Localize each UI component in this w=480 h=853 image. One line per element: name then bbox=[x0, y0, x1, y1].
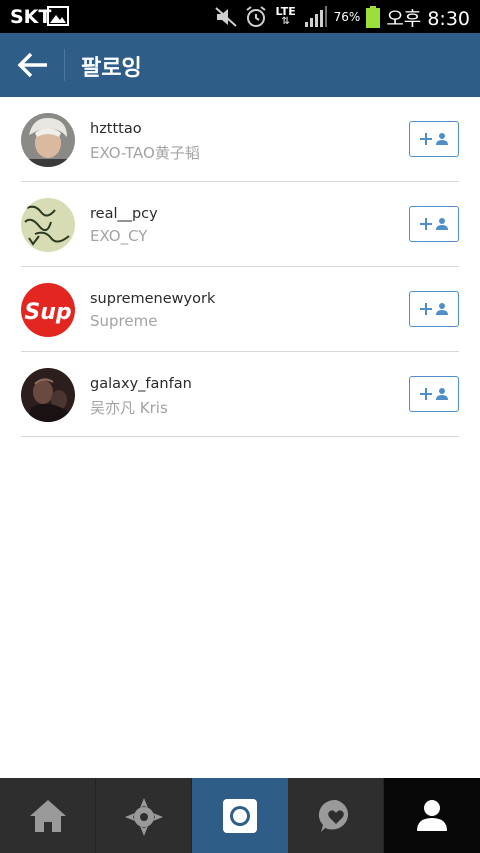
avatar[interactable] bbox=[21, 368, 75, 422]
list-item[interactable]: hztttao EXO-TAO黄子韬 bbox=[21, 97, 459, 182]
mute-icon bbox=[214, 7, 237, 27]
battery-icon bbox=[366, 6, 381, 28]
profile-icon bbox=[417, 800, 447, 831]
home-icon bbox=[30, 800, 66, 832]
avatar[interactable] bbox=[21, 113, 75, 167]
svg-text:Sup: Sup bbox=[24, 300, 71, 325]
username[interactable]: real__pcy bbox=[90, 206, 158, 222]
page-title: 팔로잉 bbox=[81, 56, 142, 81]
portrait-photo bbox=[21, 113, 75, 167]
back-arrow-icon bbox=[17, 52, 47, 78]
username[interactable]: galaxy_fanfan bbox=[90, 376, 192, 392]
full-name: 吴亦凡 Kris bbox=[90, 399, 168, 417]
nav-explore[interactable] bbox=[96, 778, 192, 853]
carrier-label: SKT bbox=[10, 6, 52, 28]
supreme-logo: Sup bbox=[21, 283, 75, 337]
full-name: EXO-TAO黄子韬 bbox=[90, 144, 200, 162]
follow-button[interactable] bbox=[409, 291, 459, 327]
activity-icon bbox=[318, 799, 349, 832]
username[interactable]: supremenewyork bbox=[90, 291, 215, 307]
list-item[interactable]: galaxy_fanfan 吴亦凡 Kris bbox=[21, 352, 459, 437]
full-name: Supreme bbox=[90, 312, 158, 330]
battery-percent: 76% bbox=[333, 10, 361, 24]
dark-portrait-photo bbox=[21, 368, 75, 422]
image-icon bbox=[47, 6, 69, 26]
clock: 오후 8:30 bbox=[386, 7, 470, 30]
add-user-icon bbox=[420, 218, 448, 230]
list-item[interactable]: Sup supremenewyork Supreme bbox=[21, 267, 459, 352]
status-bar: SKT LTE ⇅ 76% 오후 8:30 bbox=[0, 0, 480, 33]
full-name: EXO_CY bbox=[90, 227, 148, 245]
explore-icon bbox=[125, 798, 163, 836]
lte-icon: LTE ⇅ bbox=[275, 5, 296, 27]
avatar[interactable]: Sup bbox=[21, 283, 75, 337]
avatar[interactable] bbox=[21, 198, 75, 252]
follow-button[interactable] bbox=[409, 376, 459, 412]
app-bar: 팔로잉 bbox=[0, 33, 480, 97]
signal-icon bbox=[304, 6, 327, 27]
bottom-nav bbox=[0, 778, 480, 853]
alarm-icon bbox=[246, 6, 266, 27]
camera-icon bbox=[223, 799, 257, 833]
username[interactable]: hztttao bbox=[90, 121, 142, 137]
add-user-icon bbox=[420, 388, 448, 400]
add-user-icon bbox=[420, 303, 448, 315]
nav-home[interactable] bbox=[0, 778, 96, 853]
follow-button[interactable] bbox=[409, 121, 459, 157]
back-button[interactable] bbox=[0, 33, 64, 97]
nav-profile[interactable] bbox=[384, 778, 480, 853]
nav-activity[interactable] bbox=[288, 778, 384, 853]
nav-camera[interactable] bbox=[192, 778, 288, 853]
add-user-icon bbox=[420, 133, 448, 145]
header-divider bbox=[64, 49, 65, 81]
following-list: hztttao EXO-TAO黄子韬 real__pcy EXO_CY Sup … bbox=[21, 97, 459, 437]
follow-button[interactable] bbox=[409, 206, 459, 242]
handwriting-photo bbox=[21, 198, 75, 252]
list-item[interactable]: real__pcy EXO_CY bbox=[21, 182, 459, 267]
